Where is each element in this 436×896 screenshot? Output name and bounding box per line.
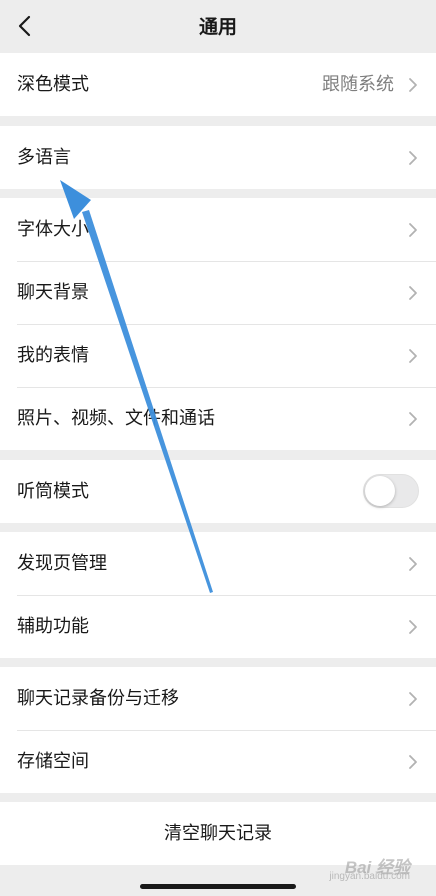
chevron-right-icon (409, 620, 417, 634)
group-display: 深色模式 跟随系统 (0, 53, 436, 116)
row-label: 我的表情 (17, 345, 89, 366)
row-label: 聊天背景 (17, 282, 89, 303)
chevron-right-icon (409, 412, 417, 426)
chevron-right-icon (409, 78, 417, 92)
row-label: 存储空间 (17, 751, 89, 772)
row-label: 照片、视频、文件和通话 (17, 408, 215, 429)
chevron-right-icon (409, 755, 417, 769)
row-label: 发现页管理 (17, 553, 107, 574)
settings-row-chat-background[interactable]: 聊天背景 (0, 261, 436, 324)
settings-row-storage[interactable]: 存储空间 (0, 730, 436, 793)
row-label: 听筒模式 (17, 481, 89, 502)
settings-row-font-size[interactable]: 字体大小 (0, 198, 436, 261)
row-label: 辅助功能 (17, 616, 89, 637)
settings-row-my-stickers[interactable]: 我的表情 (0, 324, 436, 387)
group-features: 发现页管理 辅助功能 (0, 532, 436, 658)
toggle-knob (365, 476, 395, 506)
navigation-bar: 通用 (0, 0, 436, 52)
group-earpiece: 听筒模式 (0, 460, 436, 523)
settings-row-media-files-calls[interactable]: 照片、视频、文件和通话 (0, 387, 436, 450)
page-title: 通用 (198, 16, 237, 38)
chevron-right-icon (409, 692, 417, 706)
settings-row-chat-backup-migration[interactable]: 聊天记录备份与迁移 (0, 667, 436, 730)
settings-row-language[interactable]: 多语言 (0, 126, 436, 189)
chevron-right-icon (409, 151, 417, 165)
watermark-sub: jingyan.baidu.com (329, 871, 410, 882)
row-label: 聊天记录备份与迁移 (17, 688, 179, 709)
row-label: 深色模式 (17, 74, 89, 95)
settings-row-dark-mode[interactable]: 深色模式 跟随系统 (0, 53, 436, 116)
group-chat-appearance: 字体大小 聊天背景 我的表情 照片、视频、文件和通话 (0, 198, 436, 450)
settings-row-earpiece-mode: 听筒模式 (0, 460, 436, 523)
chevron-right-icon (409, 223, 417, 237)
settings-row-accessibility[interactable]: 辅助功能 (0, 595, 436, 658)
row-value: 跟随系统 (322, 74, 394, 95)
row-label: 字体大小 (17, 219, 89, 240)
settings-row-discover-management[interactable]: 发现页管理 (0, 532, 436, 595)
earpiece-mode-toggle[interactable] (363, 474, 419, 508)
row-label: 多语言 (17, 147, 71, 168)
home-indicator (140, 884, 296, 889)
chevron-right-icon (409, 557, 417, 571)
chevron-right-icon (409, 349, 417, 363)
chevron-right-icon (409, 286, 417, 300)
group-language: 多语言 (0, 126, 436, 189)
baidu-watermark: Bai 经验 jingyan.baidu.com (329, 853, 410, 882)
group-storage: 聊天记录备份与迁移 存储空间 (0, 667, 436, 793)
